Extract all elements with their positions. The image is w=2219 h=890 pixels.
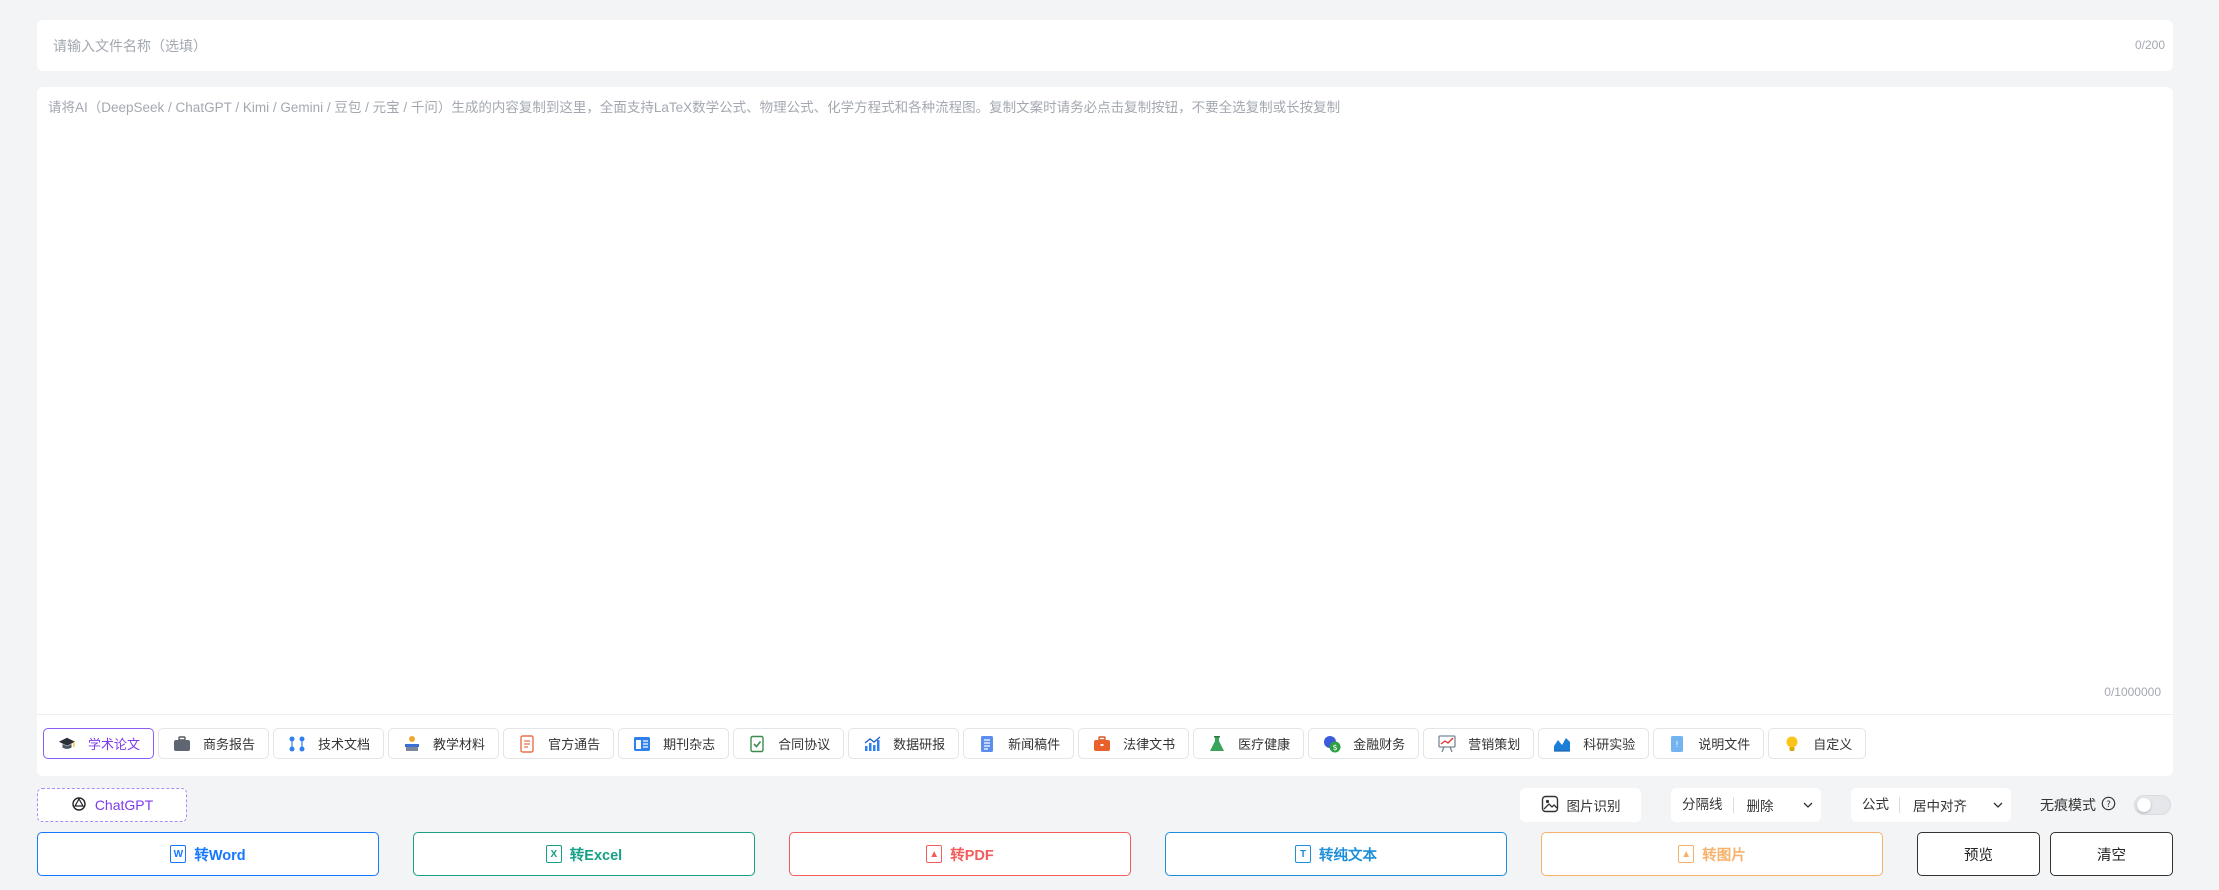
- excel-file-icon: X: [545, 845, 562, 863]
- convert-label: 转PDF: [950, 847, 994, 864]
- template-label: 合同协议: [778, 737, 831, 752]
- svg-text:!: !: [1676, 740, 1679, 749]
- convert-plaintext-button[interactable]: T 转纯文本: [1165, 832, 1507, 876]
- template-label: 技术文档: [318, 737, 371, 752]
- clear-button[interactable]: 清空: [2050, 832, 2173, 876]
- image-file-icon: ▲: [1678, 845, 1695, 863]
- preview-button[interactable]: 预览: [1917, 832, 2040, 876]
- convert-label: 转Word: [194, 847, 246, 864]
- bar-chart-icon: [863, 735, 881, 753]
- lightbulb-icon: [1783, 735, 1801, 753]
- template-label: 官方通告: [548, 737, 601, 752]
- model-label: ChatGPT: [94, 797, 154, 813]
- filename-char-count: 0/200: [2134, 38, 2165, 52]
- template-marketing[interactable]: 营销策划: [1423, 728, 1535, 759]
- toggle-knob: [2137, 798, 2151, 812]
- divider-select-label: 分隔线: [1671, 797, 1734, 813]
- template-label: 学术论文: [88, 737, 141, 752]
- marketing-board-icon: [1438, 734, 1456, 753]
- openai-icon: [71, 796, 87, 815]
- manual-icon: !: [1668, 735, 1686, 753]
- template-label: 教学材料: [433, 737, 486, 752]
- no-trace-mode: 无痕模式 ?: [2040, 788, 2116, 822]
- nodes-icon: [288, 735, 306, 753]
- model-select-button[interactable]: ChatGPT: [37, 788, 187, 822]
- graduation-cap-icon: [58, 735, 76, 753]
- template-label: 数据研报: [893, 737, 946, 752]
- formula-select-value: 居中对齐: [1913, 799, 1967, 814]
- chevron-down-icon: [1795, 802, 1821, 808]
- content-char-count: 0/1000000: [2104, 685, 2161, 699]
- content-textarea[interactable]: [48, 99, 2158, 759]
- svg-text:?: ?: [2106, 800, 2111, 810]
- image-recognition-icon: [1541, 795, 1559, 816]
- template-bar: 学术论文 商务报告 技术文档 教学材料 官方通告 期刊杂志 合同协议 数据研报 …: [43, 728, 1867, 759]
- template-tech-doc[interactable]: 技术文档: [273, 728, 385, 759]
- template-contract[interactable]: 合同协议: [733, 728, 845, 759]
- word-file-icon: W: [170, 845, 187, 863]
- no-trace-label: 无痕模式: [2040, 797, 2096, 813]
- chevron-down-icon: [1985, 802, 2011, 808]
- editor-divider: [37, 714, 2173, 715]
- template-business-report[interactable]: 商务报告: [158, 728, 270, 759]
- template-label: 科研实验: [1583, 737, 1636, 752]
- template-label: 新闻稿件: [1008, 737, 1061, 752]
- divider-select-value: 删除: [1746, 799, 1774, 814]
- template-label: 金融财务: [1353, 737, 1406, 752]
- template-custom[interactable]: 自定义: [1768, 728, 1867, 759]
- image-ocr-button[interactable]: 图片识别: [1520, 788, 1641, 822]
- template-label: 期刊杂志: [663, 737, 716, 752]
- briefcase-icon: [173, 735, 191, 753]
- convert-excel-button[interactable]: X 转Excel: [413, 832, 755, 876]
- template-label: 营销策划: [1468, 737, 1521, 752]
- research-chart-icon: [1553, 735, 1571, 753]
- finance-icon: $: [1323, 735, 1341, 753]
- convert-label: 转纯文本: [1319, 847, 1377, 864]
- content-editor-container: 0/1000000 学术论文 商务报告 技术文档 教学材料: [37, 87, 2173, 776]
- text-file-icon: T: [1295, 845, 1311, 863]
- template-data-report[interactable]: 数据研报: [848, 728, 960, 759]
- template-label: 法律文书: [1123, 737, 1176, 752]
- help-icon[interactable]: ?: [2101, 796, 2116, 814]
- no-trace-toggle[interactable]: [2134, 795, 2171, 815]
- contract-check-icon: [748, 735, 766, 753]
- news-icon: [978, 735, 996, 753]
- template-research[interactable]: 科研实验: [1538, 728, 1650, 759]
- template-official-notice[interactable]: 官方通告: [503, 728, 615, 759]
- template-teaching-material[interactable]: 教学材料: [388, 728, 500, 759]
- legal-case-icon: [1093, 735, 1111, 753]
- template-manual[interactable]: ! 说明文件: [1653, 728, 1765, 759]
- flask-icon: [1208, 735, 1226, 753]
- template-journal[interactable]: 期刊杂志: [618, 728, 730, 759]
- convert-label: 转图片: [1702, 847, 1746, 864]
- template-label: 说明文件: [1698, 737, 1751, 752]
- formula-select-label: 公式: [1851, 797, 1900, 813]
- convert-image-button[interactable]: ▲ 转图片: [1541, 832, 1883, 876]
- filename-input[interactable]: [53, 20, 2033, 71]
- filename-field-container: 0/200: [37, 20, 2173, 71]
- formula-align-select[interactable]: 公式 居中对齐: [1851, 788, 2011, 822]
- svg-text:$: $: [1333, 743, 1338, 752]
- notice-doc-icon: [518, 734, 536, 753]
- ocr-label: 图片识别: [1566, 799, 1621, 814]
- template-medical[interactable]: 医疗健康: [1193, 728, 1305, 759]
- template-finance[interactable]: $ 金融财务: [1308, 728, 1420, 759]
- template-label: 医疗健康: [1238, 737, 1291, 752]
- teaching-icon: [403, 735, 421, 753]
- convert-label: 转Excel: [569, 847, 623, 864]
- template-news[interactable]: 新闻稿件: [963, 728, 1075, 759]
- magazine-icon: [633, 735, 651, 753]
- divider-select[interactable]: 分隔线 删除: [1671, 788, 1821, 822]
- convert-word-button[interactable]: W 转Word: [37, 832, 379, 876]
- template-legal[interactable]: 法律文书: [1078, 728, 1190, 759]
- template-label: 商务报告: [203, 737, 256, 752]
- template-label: 自定义: [1813, 737, 1853, 752]
- convert-pdf-button[interactable]: ▲ 转PDF: [789, 832, 1131, 876]
- pdf-file-icon: ▲: [926, 845, 943, 863]
- template-academic-paper[interactable]: 学术论文: [43, 728, 155, 759]
